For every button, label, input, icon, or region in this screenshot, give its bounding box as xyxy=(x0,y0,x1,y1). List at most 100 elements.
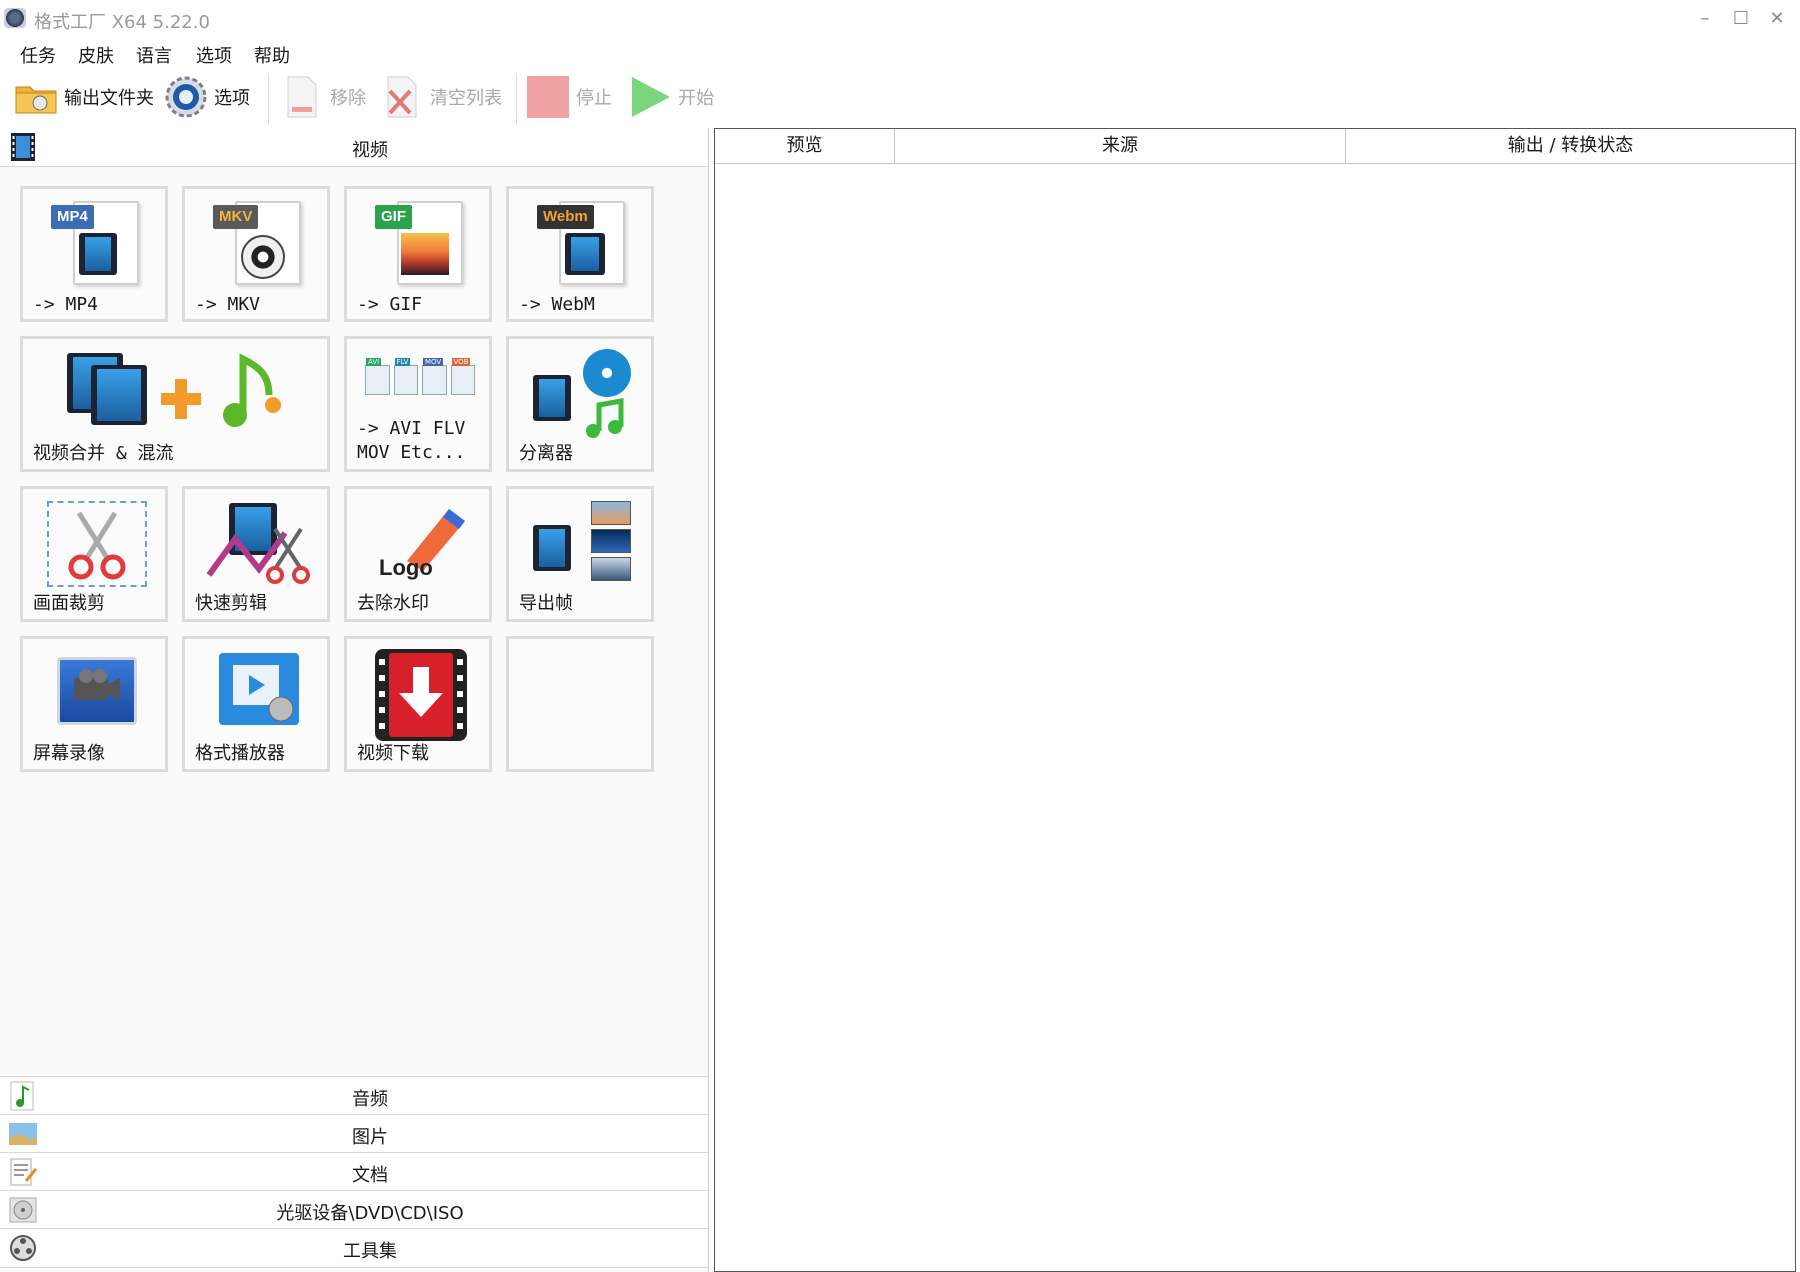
start-button[interactable]: 开始 xyxy=(628,72,714,122)
format-badge: VOB xyxy=(451,358,471,366)
window-title: 格式工厂 X64 5.22.0 xyxy=(34,12,210,33)
film-reel-icon xyxy=(583,349,631,397)
column-preview[interactable]: 预览 xyxy=(715,129,895,163)
film-icon xyxy=(91,365,147,425)
mkv-badge: MKV xyxy=(213,205,259,229)
clear-list-icon xyxy=(380,75,424,119)
tile-quick-cut[interactable]: 快速剪辑 xyxy=(182,486,330,622)
tile-crop[interactable]: 画面裁剪 xyxy=(20,486,168,622)
tile-to-gif[interactable]: GIF -> GIF xyxy=(344,186,492,322)
tile-export-frames[interactable]: 导出帧 xyxy=(506,486,654,622)
film-reel-icon xyxy=(241,235,285,279)
tile-label: 视频下载 xyxy=(357,743,429,764)
toolbar-divider xyxy=(516,74,517,124)
tile-to-webm[interactable]: Webm -> WebM xyxy=(506,186,654,322)
play-icon xyxy=(628,75,672,119)
tile-label: 视频合并 & 混流 xyxy=(33,443,174,464)
tile-video-download[interactable]: 视频下载 xyxy=(344,636,492,772)
category-rom-device[interactable]: 光驱设备\DVD\CD\ISO xyxy=(0,1190,708,1230)
title-bar: 格式工厂 X64 5.22.0 – ☐ ✕ xyxy=(0,0,1800,38)
format-badge: FLV xyxy=(394,358,411,366)
gear-icon xyxy=(164,75,208,119)
task-list[interactable]: 预览 来源 输出 / 转换状态 xyxy=(714,128,1796,1272)
tile-to-mp4[interactable]: MP4 -> MP4 xyxy=(20,186,168,322)
gif-badge: GIF xyxy=(375,205,412,229)
tile-splitter[interactable]: 分离器 xyxy=(506,336,654,472)
menu-task[interactable]: 任务 xyxy=(20,42,56,68)
category-video-label: 视频 xyxy=(352,140,388,161)
tile-to-other-formats[interactable]: AVI FLV MOV VOB -> AVI FLV MOV Etc... xyxy=(344,336,492,472)
toolbar-divider xyxy=(268,74,269,124)
category-audio[interactable]: 音频 xyxy=(0,1076,708,1116)
category-document[interactable]: 文档 xyxy=(0,1152,708,1192)
frame-image-icon xyxy=(591,529,631,553)
menu-skin[interactable]: 皮肤 xyxy=(78,42,114,68)
tile-label: 去除水印 xyxy=(357,593,429,614)
remove-file-icon xyxy=(280,75,324,119)
tile-to-mkv[interactable]: MKV -> MKV xyxy=(182,186,330,322)
column-source[interactable]: 来源 xyxy=(895,129,1346,163)
tile-empty xyxy=(506,636,654,772)
tile-remove-watermark[interactable]: Logo 去除水印 xyxy=(344,486,492,622)
music-note-icon xyxy=(583,397,627,441)
task-list-header: 预览 来源 输出 / 转换状态 xyxy=(715,129,1795,164)
clear-list-button[interactable]: 清空列表 xyxy=(380,72,502,122)
vob-file-icon: VOB xyxy=(450,358,475,395)
remove-button[interactable]: 移除 xyxy=(280,72,366,122)
format-badge: MOV xyxy=(423,358,444,366)
tile-label: -> WebM xyxy=(519,294,595,315)
screen-recorder-icon xyxy=(57,657,137,725)
remove-label: 移除 xyxy=(330,88,366,109)
film-icon xyxy=(79,233,117,275)
frame-image-icon xyxy=(591,557,631,581)
film-icon xyxy=(533,525,571,571)
sunset-image-icon xyxy=(401,233,449,275)
tile-player[interactable]: 格式播放器 xyxy=(182,636,330,772)
tile-screen-record[interactable]: 屏幕录像 xyxy=(20,636,168,772)
flv-file-icon: FLV xyxy=(393,358,418,395)
category-image-label: 图片 xyxy=(352,1127,388,1148)
menu-help[interactable]: 帮助 xyxy=(254,42,290,68)
tile-label: 画面裁剪 xyxy=(33,593,105,614)
category-rom-device-label: 光驱设备\DVD\CD\ISO xyxy=(276,1203,464,1224)
tile-video-merge[interactable]: 视频合并 & 混流 xyxy=(20,336,330,472)
menu-language[interactable]: 语言 xyxy=(136,42,172,68)
menu-options[interactable]: 选项 xyxy=(196,42,232,68)
tile-label: -> GIF xyxy=(357,294,423,315)
menu-bar: 任务 皮肤 语言 选项 帮助 xyxy=(0,38,1800,68)
mp4-badge: MP4 xyxy=(51,205,94,229)
mov-file-icon: MOV xyxy=(422,358,447,395)
start-label: 开始 xyxy=(678,88,714,109)
crop-scissors-icon xyxy=(47,501,147,587)
category-image[interactable]: 图片 xyxy=(0,1114,708,1154)
category-video[interactable]: 视频 xyxy=(0,128,708,167)
category-document-label: 文档 xyxy=(352,1165,388,1186)
output-folder-button[interactable]: 输出文件夹 xyxy=(14,72,154,122)
clear-list-label: 清空列表 xyxy=(430,88,502,109)
function-panel: 视频 MP4 -> MP4 MKV -> MKV GIF -> GIF Webm… xyxy=(0,128,709,1272)
toolbar: 输出文件夹 选项 移除 清空列表 停止 开始 xyxy=(0,68,1800,126)
plus-icon xyxy=(157,375,205,423)
minimize-button[interactable]: – xyxy=(1692,6,1718,32)
scissors-icon xyxy=(205,519,315,585)
close-button[interactable]: ✕ xyxy=(1764,6,1790,32)
film-icon xyxy=(533,375,571,421)
webm-badge: Webm xyxy=(537,205,594,229)
category-tools[interactable]: 工具集 xyxy=(0,1228,708,1268)
options-label: 选项 xyxy=(214,88,250,109)
category-audio-label: 音频 xyxy=(352,1089,388,1110)
folder-icon xyxy=(14,75,58,119)
tile-label: -> MKV xyxy=(195,294,261,315)
output-folder-label: 输出文件夹 xyxy=(64,88,154,109)
tile-label: 分离器 xyxy=(519,443,573,464)
options-button[interactable]: 选项 xyxy=(164,72,250,122)
stop-label: 停止 xyxy=(576,88,612,109)
player-icon xyxy=(219,653,299,725)
tile-label: 导出帧 xyxy=(519,593,573,614)
format-badge: AVI xyxy=(366,358,382,366)
logo-text: Logo xyxy=(379,555,433,580)
avi-file-icon: AVI xyxy=(365,358,390,395)
stop-button[interactable]: 停止 xyxy=(526,72,612,122)
maximize-button[interactable]: ☐ xyxy=(1728,6,1754,32)
column-output-status[interactable]: 输出 / 转换状态 xyxy=(1346,129,1795,163)
